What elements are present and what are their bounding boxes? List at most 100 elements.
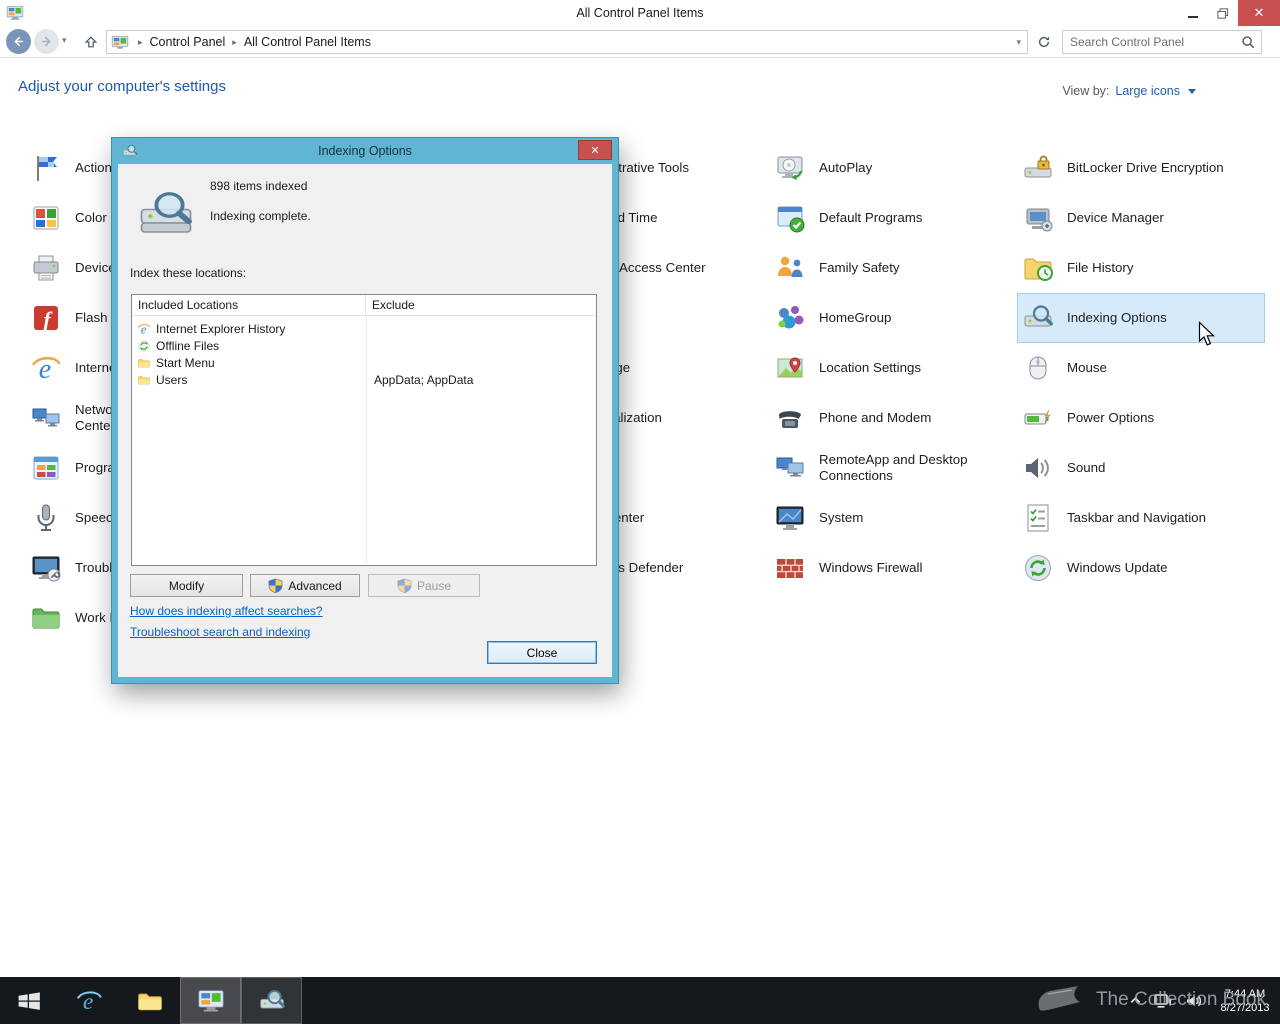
pause-button-label: Pause bbox=[416, 578, 452, 593]
advanced-button[interactable]: Advanced bbox=[250, 574, 360, 597]
system-icon bbox=[774, 502, 806, 534]
close-icon: ✕ bbox=[590, 144, 600, 157]
cp-item-mouse[interactable]: Mouse bbox=[1017, 343, 1265, 393]
dialog-close-button[interactable]: ✕ bbox=[578, 140, 612, 160]
update-icon bbox=[1022, 552, 1054, 584]
items-indexed-count: 898 items indexed bbox=[210, 179, 308, 193]
homegroup-icon bbox=[774, 302, 806, 334]
location-name: e Internet Explorer History bbox=[132, 322, 366, 336]
location-name: Offline Files bbox=[132, 339, 366, 353]
up-button[interactable] bbox=[80, 31, 102, 53]
cp-item-default-programs[interactable]: Default Programs bbox=[769, 193, 1017, 243]
column-header-included[interactable]: Included Locations bbox=[132, 295, 366, 315]
cp-item-homegroup[interactable]: HomeGroup bbox=[769, 293, 1017, 343]
taskbar-internet-explorer[interactable]: e bbox=[58, 977, 119, 1024]
navigation-bar: ▾ ▸ Control Panel ▸ All Control Panel It… bbox=[0, 26, 1280, 58]
cp-item-label: Family Safety bbox=[819, 260, 900, 275]
taskbar-indexing-options[interactable] bbox=[241, 977, 302, 1024]
pause-button: Pause bbox=[368, 574, 480, 597]
cp-item-device-manager[interactable]: Device Manager bbox=[1017, 193, 1265, 243]
cp-item-taskbar-and-navigation[interactable]: Taskbar and Navigation bbox=[1017, 493, 1265, 543]
window-titlebar: All Control Panel Items ✕ bbox=[0, 0, 1280, 26]
breadcrumb-separator: ▸ bbox=[138, 36, 143, 47]
cp-item-label: Mouse bbox=[1067, 360, 1107, 375]
workfolders-icon bbox=[30, 602, 62, 634]
flag-icon bbox=[30, 152, 62, 184]
cp-item-indexing-options[interactable]: Indexing Options bbox=[1017, 293, 1265, 343]
uac-shield-icon bbox=[397, 578, 412, 593]
taskbar-control-panel[interactable] bbox=[180, 977, 241, 1024]
indexing-searches-help-link[interactable]: How does indexing affect searches? bbox=[130, 604, 323, 618]
location-row-users[interactable]: Users AppData; AppData bbox=[132, 371, 596, 388]
breadcrumb-control-panel[interactable]: Control Panel bbox=[150, 35, 226, 49]
clock-time: 7:44 AM bbox=[1224, 987, 1266, 1000]
volume-icon[interactable] bbox=[1185, 993, 1202, 1009]
cp-item-label: RemoteApp and Desktop Connections bbox=[819, 452, 968, 483]
taskbar-file-explorer[interactable] bbox=[119, 977, 180, 1024]
windows-logo-icon bbox=[18, 991, 40, 1010]
cp-item-power-options[interactable]: Power Options bbox=[1017, 393, 1265, 443]
page-title: Adjust your computer's settings bbox=[18, 78, 226, 95]
search-icon[interactable] bbox=[1241, 35, 1256, 55]
start-button[interactable] bbox=[0, 977, 58, 1024]
cp-item-windows-firewall[interactable]: Windows Firewall bbox=[769, 543, 1017, 593]
refresh-button[interactable] bbox=[1034, 32, 1054, 52]
modify-button[interactable]: Modify bbox=[130, 574, 243, 597]
cp-item-label: Phone and Modem bbox=[819, 410, 932, 425]
cp-item-label: Indexing Options bbox=[1067, 310, 1167, 325]
cp-item-label: Windows Firewall bbox=[819, 560, 923, 575]
locations-rows: e Internet Explorer History Offline Files S… bbox=[132, 316, 596, 388]
colors-icon bbox=[30, 202, 62, 234]
taskbar-clock[interactable]: 7:44 AM 8/27/2013 bbox=[1214, 987, 1276, 1015]
troubleshoot-icon bbox=[30, 552, 62, 584]
dialog-title: Indexing Options bbox=[318, 144, 412, 158]
network-icon[interactable] bbox=[1154, 993, 1173, 1009]
breadcrumb-location-icon bbox=[111, 35, 129, 50]
troubleshoot-indexing-link[interactable]: Troubleshoot search and indexing bbox=[130, 625, 310, 639]
cp-item-location-settings[interactable]: Location Settings bbox=[769, 343, 1017, 393]
advanced-button-label: Advanced bbox=[288, 578, 342, 593]
back-button[interactable] bbox=[6, 29, 31, 54]
cp-item-windows-update[interactable]: Windows Update bbox=[1017, 543, 1265, 593]
indexing-status: Indexing complete. bbox=[210, 209, 311, 223]
location-row-internet-explorer-history[interactable]: e Internet Explorer History bbox=[132, 320, 596, 337]
minimize-button[interactable] bbox=[1178, 0, 1208, 26]
cp-item-sound[interactable]: Sound bbox=[1017, 443, 1265, 493]
chevron-down-icon[interactable] bbox=[1188, 88, 1196, 94]
location-exclude: AppData; AppData bbox=[374, 372, 474, 387]
dialog-close-action-button[interactable]: Close bbox=[487, 641, 597, 664]
locations-listview[interactable]: Included Locations Exclude e Internet Exp… bbox=[131, 294, 597, 566]
address-bar[interactable]: ▸ Control Panel ▸ All Control Panel Item… bbox=[106, 30, 1028, 54]
view-by-dropdown[interactable]: Large icons bbox=[1115, 84, 1180, 98]
cp-item-bitlocker-drive-encryption[interactable]: BitLocker Drive Encryption bbox=[1017, 143, 1265, 193]
address-dropdown-chevron[interactable]: ▾ bbox=[1016, 37, 1021, 48]
hidden-icons-chevron[interactable] bbox=[1129, 994, 1142, 1007]
cp-item-system[interactable]: System bbox=[769, 493, 1017, 543]
cp-item-label: Power Options bbox=[1067, 410, 1155, 425]
refresh-icon bbox=[1038, 36, 1050, 48]
taskbar: e 7:44 AM 8/27/2013 bbox=[0, 977, 1280, 1024]
dialog-titlebar[interactable]: Indexing Options ✕ bbox=[118, 138, 612, 164]
programs-icon bbox=[30, 452, 62, 484]
minimize-icon bbox=[1188, 16, 1198, 18]
breadcrumb-all-items[interactable]: All Control Panel Items bbox=[244, 35, 371, 49]
cp-item-phone-and-modem[interactable]: Phone and Modem bbox=[769, 393, 1017, 443]
location-row-start-menu[interactable]: Start Menu bbox=[132, 354, 596, 371]
location-row-offline-files[interactable]: Offline Files bbox=[132, 337, 596, 354]
location-label: Start Menu bbox=[156, 355, 215, 370]
recent-pages-chevron[interactable]: ▾ bbox=[62, 35, 67, 46]
cp-item-autoplay[interactable]: AutoPlay bbox=[769, 143, 1017, 193]
system-tray: 7:44 AM 8/27/2013 bbox=[1129, 977, 1276, 1024]
cp-item-remoteapp-and-desktop-connections[interactable]: RemoteApp and Desktop Connections bbox=[769, 443, 1017, 493]
bitlocker-icon bbox=[1022, 152, 1054, 184]
firewall-icon bbox=[774, 552, 806, 584]
cp-item-family-safety[interactable]: Family Safety bbox=[769, 243, 1017, 293]
close-button[interactable]: ✕ bbox=[1238, 0, 1280, 26]
cp-item-label: AutoPlay bbox=[819, 160, 873, 175]
column-header-exclude[interactable]: Exclude bbox=[366, 295, 596, 315]
indexing-options-icon bbox=[259, 989, 285, 1008]
search-input[interactable] bbox=[1063, 31, 1261, 53]
cp-item-file-history[interactable]: File History bbox=[1017, 243, 1265, 293]
window-title: All Control Panel Items bbox=[576, 6, 704, 20]
restore-button[interactable] bbox=[1208, 0, 1238, 26]
